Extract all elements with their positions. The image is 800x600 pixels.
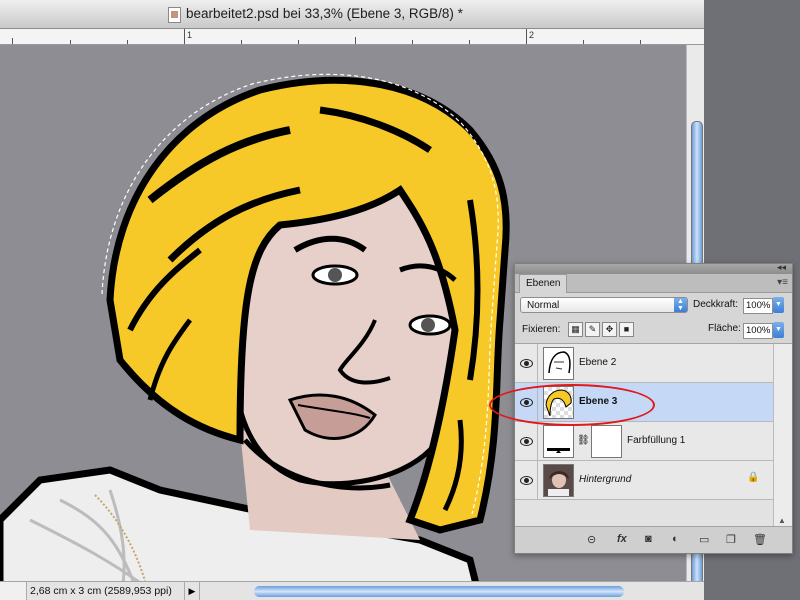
layer-name[interactable]: Hintergrund — [579, 474, 631, 485]
fill-input[interactable]: 100% — [743, 323, 773, 339]
lock-position-icon[interactable]: ✥ — [602, 322, 617, 337]
ruler-label: 1 — [187, 30, 193, 40]
opacity-label: Deckkraft: — [693, 299, 739, 310]
ruler-label: 2 — [529, 30, 535, 40]
layer-row-selected[interactable]: Ebene 3 — [515, 383, 773, 422]
visibility-eye-icon[interactable] — [515, 422, 538, 460]
lock-icon: 🔒 — [747, 472, 760, 483]
window-title: bearbeitet2.psd bei 33,3% (Ebene 3, RGB/… — [186, 6, 463, 21]
layer-mask-thumbnail — [591, 425, 622, 458]
scroll-arrows-icon[interactable]: ▲ — [778, 516, 786, 525]
panel-drag-bar[interactable]: ◂◂ — [515, 262, 792, 274]
mask-icon[interactable]: ◙ — [645, 533, 652, 545]
fill-dropdown-icon[interactable]: ▼ — [773, 322, 784, 338]
opacity-input[interactable]: 100% — [743, 298, 773, 314]
visibility-eye-icon[interactable] — [515, 344, 538, 382]
layer-row[interactable]: Hintergrund 🔒 — [515, 461, 773, 500]
new-layer-icon[interactable]: ❐ — [726, 533, 736, 546]
link-icon[interactable]: ⊝ — [587, 533, 596, 546]
layer-thumbnail — [543, 386, 574, 419]
blend-mode-select[interactable]: Normal ▲ ▼ — [520, 297, 688, 313]
chain-link-icon[interactable]: ⛓ — [577, 435, 590, 446]
layers-scrollbar[interactable]: ▲ — [773, 344, 792, 532]
lock-transparency-icon[interactable]: ▦ — [568, 322, 583, 337]
trash-icon[interactable]: 🗑 — [753, 533, 767, 546]
document-icon — [168, 7, 181, 23]
layer-row[interactable]: ⛓ Farbfüllung 1 — [515, 422, 773, 461]
layers-panel: ◂◂ Ebenen ▾≡ Normal ▲ ▼ Deckkraft: 100% ▼… — [514, 262, 793, 554]
adjustment-icon[interactable]: ◐ — [672, 533, 679, 545]
visibility-eye-icon[interactable] — [515, 461, 538, 499]
status-bar: 2,68 cm x 3 cm (2589,953 ppi) ▶ — [0, 581, 704, 600]
lock-pixels-icon[interactable]: ✎ — [585, 322, 600, 337]
blend-mode-value: Normal — [527, 300, 560, 311]
document-info[interactable]: 2,68 cm x 3 cm (2589,953 ppi) — [30, 585, 172, 597]
layer-thumbnail — [543, 464, 574, 497]
title-bar[interactable]: bearbeitet2.psd bei 33,3% (Ebene 3, RGB/… — [0, 0, 704, 29]
lock-all-icon[interactable]: ■ — [619, 322, 634, 337]
collapse-icon[interactable]: ◂◂ — [777, 262, 786, 273]
fill-thumbnail — [543, 425, 574, 458]
horizontal-scroll-thumb[interactable] — [254, 586, 624, 597]
visibility-eye-icon[interactable] — [515, 383, 538, 421]
blend-mode-stepper-icon: ▲ ▼ — [674, 298, 687, 312]
status-menu-arrow[interactable]: ▶ — [184, 582, 200, 600]
layer-row[interactable]: Ebene 2 — [515, 344, 773, 383]
lock-label: Fixieren: — [522, 324, 561, 335]
tab-ebenen[interactable]: Ebenen — [519, 274, 568, 293]
fill-label: Fläche: — [708, 323, 741, 334]
layer-name[interactable]: Farbfüllung 1 — [627, 435, 685, 446]
fx-icon[interactable]: fx — [617, 533, 627, 545]
opacity-dropdown-icon[interactable]: ▼ — [773, 297, 784, 313]
layer-name[interactable]: Ebene 2 — [579, 357, 616, 368]
panel-menu-icon[interactable]: ▾≡ — [777, 277, 788, 288]
folder-icon[interactable]: ▭ — [699, 533, 709, 546]
layer-thumbnail — [543, 347, 574, 380]
layers-footer: ⊝ fx ◙ ◐ ▭ ❐ 🗑 — [515, 526, 792, 553]
horizontal-ruler[interactable]: 1 2 — [0, 29, 704, 45]
layers-list: Ebene 2 Ebene 3 ⛓ Farbfüllung 1 Hintergr… — [515, 344, 792, 532]
layer-name[interactable]: Ebene 3 — [579, 396, 617, 407]
zoom-field[interactable] — [0, 582, 27, 600]
